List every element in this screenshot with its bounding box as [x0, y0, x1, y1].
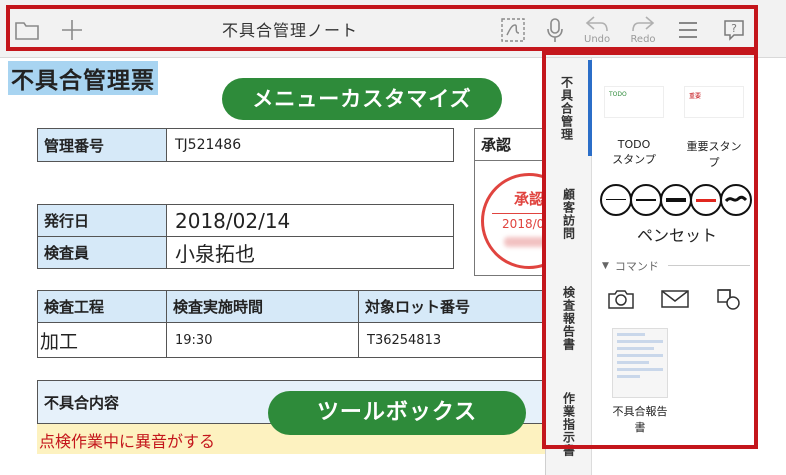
pen-3[interactable] [660, 184, 692, 216]
inspector-field[interactable]: 小泉拓也 [166, 236, 454, 269]
microphone-icon[interactable] [546, 10, 564, 50]
approval-label: 承認 [475, 129, 545, 161]
seal-blurred-name [504, 237, 545, 247]
seal-date: 2018/02/ [502, 217, 545, 231]
issue-date-field[interactable]: 2018/02/14 [166, 204, 454, 237]
toolbox-tab-strip: 不具合管理 顧客訪問 検査報告書 作業指示書 [546, 58, 592, 475]
defect-report-label: 不具合報告 書 [612, 405, 668, 434]
menu-icon[interactable] [678, 10, 698, 50]
shapes-icon[interactable] [714, 286, 744, 312]
help-icon[interactable]: ? [722, 10, 746, 50]
redo-label: Redo [630, 34, 656, 45]
todo-stamp-thumbnail: TODO [604, 86, 664, 118]
pen-4-red[interactable] [690, 184, 722, 216]
table-cell-lot[interactable]: T36254813 [358, 322, 545, 358]
pen-set-label: ペンセット [636, 226, 717, 245]
command-header-label: コマンド [614, 260, 659, 273]
tab-customer-visit[interactable]: 顧客訪問 [546, 168, 592, 260]
table-cell-time[interactable]: 19:30 [166, 322, 359, 358]
divider [668, 265, 750, 266]
tab-label: 顧客訪問 [561, 188, 576, 240]
pen-2[interactable] [630, 184, 662, 216]
seal-text: 承認 [513, 190, 544, 208]
folder-icon[interactable] [14, 10, 40, 50]
pen-1[interactable] [600, 184, 632, 216]
issue-date-label: 発行日 [37, 204, 167, 237]
approval-box: 承認 承認 2018/02/ [474, 128, 545, 276]
undo-icon [585, 16, 608, 32]
pen-5-brush[interactable] [720, 184, 752, 216]
tab-label: 作業指示書 [561, 391, 576, 457]
document-area: 不具合管理票 メニューカスタマイズ 管理番号 TJ521486 承認 承認 20… [0, 58, 545, 475]
defect-text: 点検作業中に異音がする [39, 432, 216, 451]
menu-customize-callout: メニューカスタマイズ [222, 78, 502, 120]
toolbox-callout: ツールボックス [268, 391, 526, 435]
important-stamp-label: 重要スタン プ [686, 140, 742, 169]
table-header-time: 検査実施時間 [166, 290, 359, 323]
redo-icon [632, 16, 655, 32]
table-cell-process[interactable]: 加工 [37, 322, 167, 358]
tab-label: 不具合管理 [559, 75, 574, 141]
top-toolbar: 不具合管理ノート Undo Redo ? [0, 0, 786, 58]
app-title: 不具合管理ノート [221, 21, 358, 40]
todo-stamp-label: TODO スタンプ [612, 138, 656, 166]
tab-label: 検査報告書 [561, 285, 576, 351]
tab-work-instruction[interactable]: 作業指示書 [546, 376, 592, 472]
undo-label: Undo [584, 34, 611, 45]
mail-icon[interactable] [660, 286, 690, 312]
command-section-header[interactable]: ▼ コマンド [602, 258, 659, 274]
chevron-down-icon: ▼ [602, 261, 609, 271]
svg-text:?: ? [731, 22, 737, 35]
tab-defect-management[interactable]: 不具合管理 [546, 60, 592, 156]
pen-set[interactable]: ペンセット [600, 184, 754, 246]
management-no-field[interactable]: TJ521486 [166, 128, 454, 162]
table-header-lot: 対象ロット番号 [358, 290, 545, 323]
approval-seal: 承認 2018/02/ [481, 173, 545, 269]
important-stamp-thumbnail: 重要 [684, 86, 744, 118]
defect-report-thumbnail [612, 328, 668, 398]
management-no-label: 管理番号 [37, 128, 167, 162]
handwriting-icon[interactable] [500, 10, 526, 50]
important-stamp[interactable]: 重要 重要スタン プ [678, 86, 750, 170]
tab-inspection-report[interactable]: 検査報告書 [546, 268, 592, 368]
inspector-label: 検査員 [37, 236, 167, 269]
table-header-process: 検査工程 [37, 290, 167, 323]
document-title: 不具合管理票 [8, 61, 158, 95]
defect-report-template[interactable]: 不具合報告 書 [604, 328, 676, 435]
undo-button[interactable]: Undo [584, 10, 610, 50]
camera-icon[interactable] [606, 286, 636, 312]
todo-stamp[interactable]: TODO TODO スタンプ [598, 86, 670, 167]
redo-button[interactable]: Redo [630, 10, 656, 50]
plus-icon[interactable] [60, 10, 84, 50]
toolbox-panel: 不具合管理 顧客訪問 検査報告書 作業指示書 TODO TODO スタンプ 重要… [545, 58, 786, 475]
